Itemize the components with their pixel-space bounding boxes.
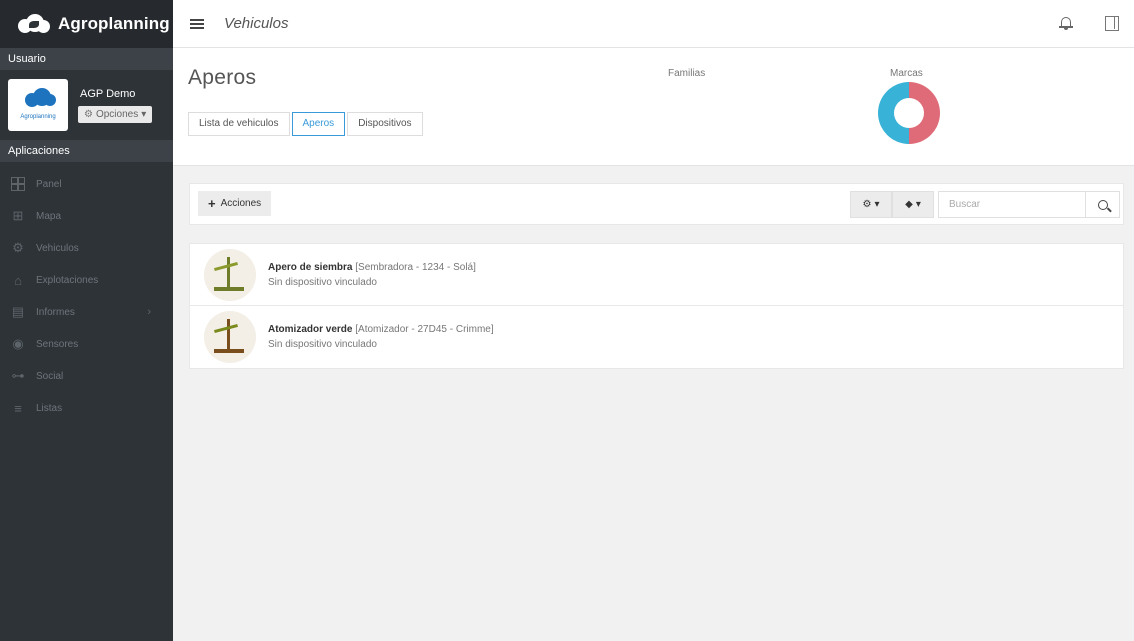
sidebar-item-label: Sensores bbox=[36, 338, 79, 350]
sidebar-item-label: Explotaciones bbox=[36, 274, 99, 286]
item-title: Atomizador verde [Atomizador - 27D45 - C… bbox=[268, 324, 494, 335]
brands-donut-chart[interactable] bbox=[878, 82, 940, 144]
tractor-icon: ⚙ bbox=[862, 199, 872, 210]
sprayer-icon bbox=[204, 311, 256, 363]
brands-chart-label: Marcas bbox=[890, 68, 923, 79]
search-icon bbox=[1097, 199, 1108, 210]
sidebar-item-panel[interactable]: Panel bbox=[0, 168, 173, 200]
search-button[interactable] bbox=[1085, 191, 1120, 218]
caret-down-icon: ▾ bbox=[915, 199, 921, 210]
tab-lista-vehiculos[interactable]: Lista de vehiculos bbox=[188, 112, 290, 136]
user-meta: AGP Demo ⚙ Opciones ▾ bbox=[78, 87, 153, 123]
item-details: [Atomizador - 27D45 - Crimme] bbox=[355, 324, 494, 335]
dashboard-icon bbox=[10, 176, 26, 192]
item-status: Sin dispositivo vinculado bbox=[268, 339, 377, 350]
user-section-label: Usuario bbox=[0, 48, 173, 70]
tab-dispositivos[interactable]: Dispositivos bbox=[347, 112, 423, 136]
sidebar-item-label: Panel bbox=[36, 178, 62, 190]
user-box: Agroplanning AGP Demo ⚙ Opciones ▾ bbox=[0, 70, 173, 140]
plus-icon: + bbox=[208, 196, 216, 211]
apps-section-label: Aplicaciones bbox=[0, 140, 173, 162]
sidebar-item-social[interactable]: ⊶ Social bbox=[0, 360, 173, 392]
options-button[interactable]: ⚙ Opciones ▾ bbox=[78, 105, 153, 123]
list-item[interactable]: Apero de siembra [Sembradora - 1234 - So… bbox=[190, 244, 1123, 306]
list-icon: ≡ bbox=[14, 400, 22, 416]
sidebar-item-mapa[interactable]: ⊞ Mapa bbox=[0, 200, 173, 232]
sidebar-item-vehiculos[interactable]: ⚙ Vehiculos bbox=[0, 232, 173, 264]
sidebar-item-label: Informes bbox=[36, 306, 75, 318]
implements-list: Apero de siembra [Sembradora - 1234 - So… bbox=[189, 243, 1124, 369]
tabs: Lista de vehiculos Aperos Dispositivos bbox=[188, 112, 425, 136]
search-input[interactable] bbox=[938, 191, 1086, 218]
sidebar-item-informes[interactable]: ▤ Informes › bbox=[0, 296, 173, 328]
bell-icon[interactable] bbox=[1059, 16, 1073, 30]
brand[interactable]: Agroplanning bbox=[0, 0, 173, 48]
family-filter-button[interactable]: ⚙ ▾ bbox=[850, 191, 892, 218]
avatar-label: Agroplanning bbox=[20, 114, 56, 120]
seeder-icon bbox=[204, 248, 256, 301]
toolbar: + Acciones ⚙ ▾ ◆ ▾ bbox=[189, 183, 1124, 225]
item-title: Apero de siembra [Sembradora - 1234 - So… bbox=[268, 262, 476, 273]
social-icon: ⊶ bbox=[11, 368, 25, 383]
sidebar-item-explotaciones[interactable]: ⌂ Explotaciones bbox=[0, 264, 173, 296]
topbar-title: Vehiculos bbox=[224, 15, 289, 32]
chevron-right-icon: › bbox=[147, 306, 151, 318]
list-item-text: Atomizador verde [Atomizador - 27D45 - C… bbox=[268, 324, 494, 350]
families-chart-label: Familias bbox=[668, 68, 706, 79]
sidebar: Agroplanning Usuario Agroplanning AGP De… bbox=[0, 0, 173, 641]
item-name: Atomizador verde bbox=[268, 324, 353, 335]
sidebar-item-label: Mapa bbox=[36, 210, 62, 222]
tag-icon: ◆ bbox=[905, 199, 913, 210]
gear-icon: ⚙ bbox=[84, 108, 93, 120]
page-title: Aperos bbox=[188, 66, 257, 89]
tab-aperos[interactable]: Aperos bbox=[291, 112, 346, 136]
panel-toggle-icon[interactable] bbox=[1105, 16, 1119, 31]
list-item[interactable]: Atomizador verde [Atomizador - 27D45 - C… bbox=[190, 306, 1123, 368]
list-item-text: Apero de siembra [Sembradora - 1234 - So… bbox=[268, 262, 476, 288]
brand-logo-icon bbox=[18, 14, 52, 34]
actions-label: Acciones bbox=[220, 198, 262, 209]
filter-group: ⚙ ▾ ◆ ▾ bbox=[850, 191, 934, 218]
tag-filter-button[interactable]: ◆ ▾ bbox=[892, 191, 934, 218]
topbar: Vehiculos bbox=[173, 0, 1134, 48]
caret-down-icon: ▾ bbox=[141, 108, 147, 120]
item-status: Sin dispositivo vinculado bbox=[268, 276, 377, 288]
avatar: Agroplanning bbox=[8, 79, 68, 131]
user-name: AGP Demo bbox=[80, 87, 136, 100]
map-icon: ⊞ bbox=[12, 208, 24, 223]
caret-down-icon: ▾ bbox=[874, 199, 880, 210]
sensor-icon: ◉ bbox=[12, 336, 24, 351]
sidebar-item-sensores[interactable]: ◉ Sensores bbox=[0, 328, 173, 360]
hamburger-icon[interactable] bbox=[190, 18, 204, 29]
sidebar-nav: Panel ⊞ Mapa ⚙ Vehiculos ⌂ Explotaciones… bbox=[0, 168, 173, 424]
options-label: Opciones bbox=[95, 108, 139, 120]
vehicles-icon: ⚙ bbox=[12, 240, 24, 255]
reports-icon: ▤ bbox=[11, 304, 25, 319]
page-header: Aperos Lista de vehiculos Aperos Disposi… bbox=[173, 48, 1134, 166]
brand-name: Agroplanning bbox=[58, 14, 170, 33]
sidebar-item-label: Vehiculos bbox=[36, 242, 79, 254]
farm-icon: ⌂ bbox=[14, 272, 22, 288]
item-name: Apero de siembra bbox=[268, 261, 353, 273]
actions-button[interactable]: + Acciones bbox=[198, 191, 272, 216]
item-details: [Sembradora - 1234 - Solá] bbox=[355, 261, 476, 273]
sidebar-item-listas[interactable]: ≡ Listas bbox=[0, 392, 173, 424]
sidebar-item-label: Listas bbox=[36, 402, 63, 414]
sidebar-item-label: Social bbox=[36, 370, 64, 382]
